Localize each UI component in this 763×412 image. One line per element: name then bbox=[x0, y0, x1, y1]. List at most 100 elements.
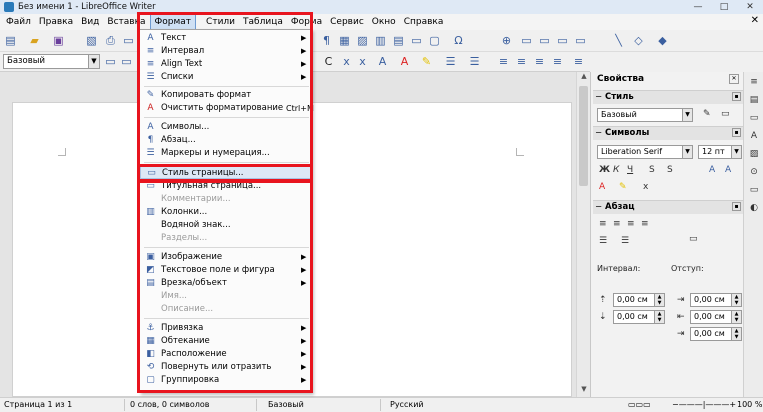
align-center-icon[interactable]: ≡ bbox=[613, 219, 621, 229]
chevron-down-icon[interactable]: ▼ bbox=[88, 55, 99, 68]
indent-after-spin[interactable]: 0,00 см ▲ ▼ bbox=[690, 310, 742, 324]
gallery-deck-icon[interactable]: ▨ bbox=[748, 148, 760, 160]
scroll-down-icon[interactable]: ▼ bbox=[577, 385, 591, 397]
print-icon[interactable]: ⎙ bbox=[104, 34, 117, 47]
close-document-icon[interactable]: ✕ bbox=[751, 15, 759, 26]
track-changes-icon[interactable]: ▭ bbox=[556, 34, 569, 47]
align-justify-icon[interactable]: ≡ bbox=[551, 55, 564, 68]
draw-functions-icon[interactable]: ◆ bbox=[656, 34, 669, 47]
sidebar-close-icon[interactable]: ✕ bbox=[729, 74, 739, 84]
word-count[interactable]: 0 слов, 0 символов bbox=[130, 400, 209, 409]
insert-textbox-icon[interactable]: ▤ bbox=[392, 34, 405, 47]
menu-view[interactable]: Вид bbox=[77, 14, 103, 30]
bold-icon[interactable]: С bbox=[322, 55, 335, 68]
navigator-deck-icon[interactable]: ⊙ bbox=[748, 166, 760, 178]
menu-tools[interactable]: Сервис bbox=[326, 14, 368, 30]
save-icon[interactable]: ▣ bbox=[52, 34, 65, 47]
space-above-spin[interactable]: 0,00 см ▲ ▼ bbox=[613, 293, 665, 307]
first-line-indent-spin[interactable]: 0,00 см ▲ ▼ bbox=[690, 327, 742, 341]
font-color-icon[interactable]: A bbox=[599, 182, 605, 192]
menu-help[interactable]: Справка bbox=[400, 14, 448, 30]
insert-line-icon[interactable]: ╲ bbox=[612, 34, 625, 47]
spin-arrows-icon[interactable]: ▲ ▼ bbox=[654, 311, 664, 323]
export-pdf-icon[interactable]: ▧ bbox=[85, 34, 98, 47]
clear-format-icon[interactable]: A bbox=[376, 55, 389, 68]
line-spacing-icon[interactable]: ≡ bbox=[572, 55, 585, 68]
align-center-icon[interactable]: ≡ bbox=[515, 55, 528, 68]
maximize-button[interactable]: □ bbox=[711, 0, 737, 14]
grow-font-icon[interactable]: A bbox=[709, 165, 715, 175]
language[interactable]: Русский bbox=[390, 400, 424, 409]
footnote-icon[interactable]: ▭ bbox=[520, 34, 533, 47]
menu-edit[interactable]: Правка bbox=[35, 14, 77, 30]
close-button[interactable]: ✕ bbox=[737, 0, 763, 14]
superscript-icon[interactable]: x bbox=[643, 182, 648, 192]
border-icon[interactable]: ▭ bbox=[574, 34, 587, 47]
bold-icon[interactable]: Ж bbox=[599, 165, 610, 175]
spin-arrows-icon[interactable]: ▲ ▼ bbox=[731, 328, 741, 340]
collapse-icon[interactable]: − bbox=[595, 91, 602, 104]
numbering-icon[interactable]: ☰ bbox=[468, 55, 481, 68]
chevron-down-icon[interactable]: ▼ bbox=[682, 109, 692, 121]
font-name-combo[interactable]: Liberation Serif ▼ bbox=[597, 145, 693, 159]
align-left-icon[interactable]: ≡ bbox=[497, 55, 510, 68]
insert-table-icon[interactable]: ▦ bbox=[338, 34, 351, 47]
align-justify-icon[interactable]: ≡ bbox=[641, 219, 649, 229]
insert-image-icon[interactable]: ▨ bbox=[356, 34, 369, 47]
deck-menu-icon[interactable]: ≡ bbox=[748, 76, 760, 88]
highlight-icon[interactable]: ✎ bbox=[619, 182, 627, 192]
collapse-icon[interactable]: − bbox=[595, 127, 602, 140]
zoom-level[interactable]: 100 % bbox=[737, 400, 762, 409]
spin-arrows-icon[interactable]: ▲ ▼ bbox=[731, 294, 741, 306]
vertical-scrollbar[interactable]: ▲ ▼ bbox=[576, 72, 590, 397]
font-color-icon[interactable]: A bbox=[398, 55, 411, 68]
view-layout-icon[interactable]: ▭▭▭ bbox=[628, 400, 651, 409]
paragraph-style-combo[interactable]: Базовый ▼ bbox=[3, 54, 100, 69]
italic-icon[interactable]: К bbox=[613, 165, 619, 175]
numbering-icon[interactable]: ☰ bbox=[621, 236, 629, 246]
insert-pagebreak-icon[interactable]: ▭ bbox=[410, 34, 423, 47]
open-folder-icon[interactable]: ▰ bbox=[28, 34, 41, 47]
zoom-slider[interactable]: −———|———+ bbox=[672, 400, 736, 409]
superscript-icon[interactable]: x bbox=[340, 55, 353, 68]
properties-deck-icon[interactable]: ▤ bbox=[748, 94, 760, 106]
new-style-icon[interactable]: ▭ bbox=[120, 55, 133, 68]
scroll-up-icon[interactable]: ▲ bbox=[577, 72, 591, 84]
comment-icon[interactable]: ▭ bbox=[538, 34, 551, 47]
insert-chart-icon[interactable]: ▥ bbox=[374, 34, 387, 47]
pilcrow-icon[interactable]: ¶ bbox=[320, 34, 333, 47]
insert-field-icon[interactable]: ▢ bbox=[428, 34, 441, 47]
more-options-icon[interactable]: ▪ bbox=[732, 128, 741, 137]
align-right-icon[interactable]: ≡ bbox=[627, 219, 635, 229]
hyperlink-icon[interactable]: ⊕ bbox=[500, 34, 513, 47]
strikethrough-icon[interactable]: S bbox=[649, 165, 655, 175]
space-below-spin[interactable]: 0,00 см ▲ ▼ bbox=[613, 310, 665, 324]
page-deck-icon[interactable]: ▭ bbox=[748, 112, 760, 124]
page-style[interactable]: Базовый bbox=[268, 400, 304, 409]
chevron-down-icon[interactable]: ▼ bbox=[731, 146, 741, 158]
new-style-icon[interactable]: ▭ bbox=[721, 109, 730, 119]
section-style[interactable]: − Стиль ▪ bbox=[593, 90, 743, 104]
basic-shapes-icon[interactable]: ◇ bbox=[632, 34, 645, 47]
styles-deck-icon[interactable]: A bbox=[748, 130, 760, 142]
more-options-icon[interactable]: ▪ bbox=[732, 202, 741, 211]
update-style-icon[interactable]: ▭ bbox=[104, 55, 117, 68]
design-deck-icon[interactable]: ◐ bbox=[748, 202, 760, 214]
background-color-icon[interactable]: ▭ bbox=[689, 234, 698, 244]
align-left-icon[interactable]: ≡ bbox=[599, 219, 607, 229]
style-combo[interactable]: Базовый ▼ bbox=[597, 108, 693, 122]
bullets-icon[interactable]: ☰ bbox=[599, 236, 607, 246]
section-characters[interactable]: − Символы ▪ bbox=[593, 126, 743, 140]
shrink-font-icon[interactable]: A bbox=[725, 165, 731, 175]
update-style-icon[interactable]: ✎ bbox=[703, 109, 711, 119]
scrollbar-thumb[interactable] bbox=[579, 86, 588, 186]
chevron-down-icon[interactable]: ▼ bbox=[682, 146, 692, 158]
more-options-icon[interactable]: ▪ bbox=[732, 92, 741, 101]
page-count[interactable]: Страница 1 из 1 bbox=[4, 400, 72, 409]
spin-arrows-icon[interactable]: ▲ ▼ bbox=[731, 311, 741, 323]
minimize-button[interactable]: — bbox=[685, 0, 711, 14]
menu-window[interactable]: Окно bbox=[368, 14, 400, 30]
subscript-icon[interactable]: x bbox=[356, 55, 369, 68]
spin-arrows-icon[interactable]: ▲ ▼ bbox=[654, 294, 664, 306]
indent-before-spin[interactable]: 0,00 см ▲ ▼ bbox=[690, 293, 742, 307]
